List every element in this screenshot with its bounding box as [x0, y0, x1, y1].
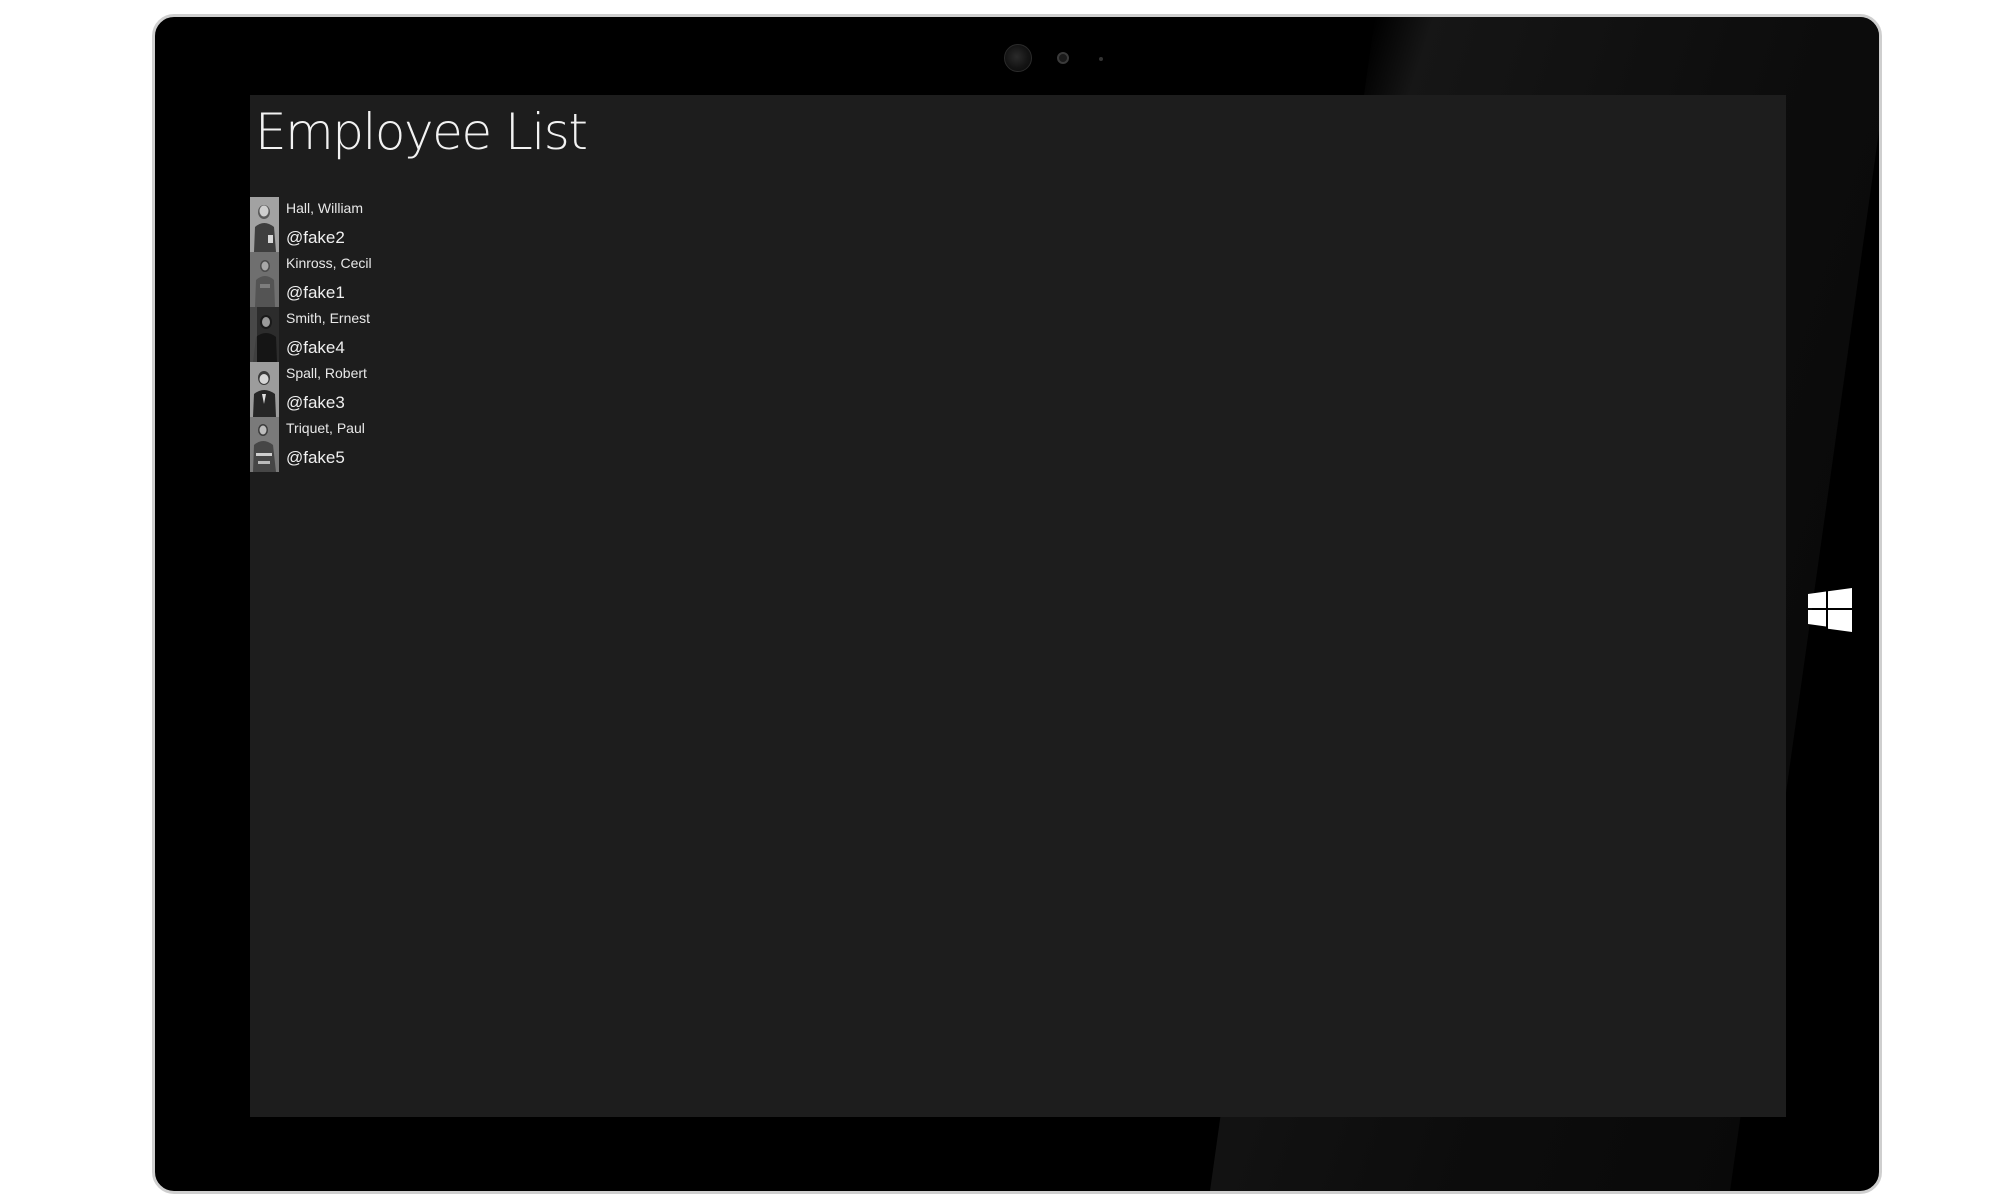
list-item[interactable]: Smith, Ernest @fake4: [250, 307, 610, 362]
list-item[interactable]: Kinross, Cecil @fake1: [250, 252, 610, 307]
employee-name: Kinross, Cecil: [286, 255, 372, 271]
employee-handle: @fake2: [286, 228, 345, 247]
avatar: [250, 417, 279, 472]
portrait-photo-icon: [250, 197, 279, 252]
page-title: Employee List: [255, 103, 588, 161]
front-camera-icon: [1004, 44, 1032, 72]
portrait-photo-icon: [250, 252, 279, 307]
employee-name: Smith, Ernest: [286, 310, 371, 326]
portrait-photo-icon: [250, 417, 279, 472]
employee-handle: @fake1: [286, 283, 345, 302]
avatar: [250, 197, 279, 252]
camera-led-icon: [1099, 57, 1103, 61]
employee-name: Spall, Robert: [286, 365, 367, 381]
employee-name: Hall, William: [286, 200, 363, 216]
employee-name: Triquet, Paul: [286, 420, 365, 436]
portrait-photo-icon: [250, 362, 279, 417]
windows-logo-icon[interactable]: [1808, 588, 1852, 632]
employee-handle: @fake4: [286, 338, 345, 357]
avatar: [250, 252, 279, 307]
stage: Employee List Hall, William @fake2 Kinro…: [0, 0, 2000, 1200]
tablet-device-frame: Employee List Hall, William @fake2 Kinro…: [152, 14, 1882, 1194]
list-item[interactable]: Triquet, Paul @fake5: [250, 417, 610, 472]
employee-list: Hall, William @fake2 Kinross, Cecil @fak…: [250, 197, 610, 472]
employee-handle: @fake3: [286, 393, 345, 412]
portrait-photo-icon: [250, 307, 279, 362]
camera-sensor-icon: [1057, 52, 1069, 64]
avatar: [250, 307, 279, 362]
list-item[interactable]: Hall, William @fake2: [250, 197, 610, 252]
list-item[interactable]: Spall, Robert @fake3: [250, 362, 610, 417]
employee-handle: @fake5: [286, 448, 345, 467]
avatar: [250, 362, 279, 417]
app-screen: Employee List Hall, William @fake2 Kinro…: [250, 95, 1786, 1117]
